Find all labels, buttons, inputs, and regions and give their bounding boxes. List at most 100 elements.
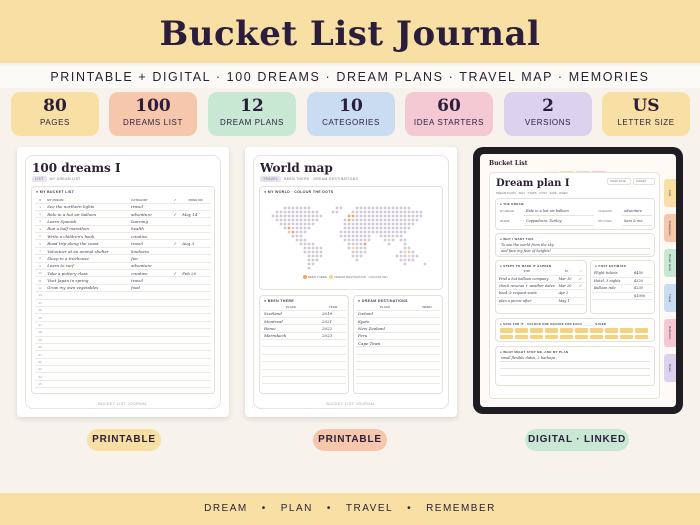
dream-cell[interactable]: Run a half marathon — [45, 225, 130, 234]
done-check[interactable] — [170, 350, 181, 359]
map-dot[interactable] — [359, 254, 363, 258]
saving-square[interactable] — [620, 328, 633, 333]
done-date-cell[interactable] — [180, 254, 211, 263]
saving-square[interactable] — [575, 328, 588, 333]
cost-item-cell[interactable]: Balloon ride — [592, 284, 632, 293]
done-check[interactable] — [170, 343, 181, 352]
when-cell[interactable] — [414, 369, 440, 378]
map-dot[interactable] — [423, 262, 427, 266]
map-dot[interactable] — [387, 238, 391, 242]
map-dot[interactable] — [363, 250, 367, 254]
done-check[interactable] — [170, 262, 181, 271]
when-cell[interactable] — [414, 310, 440, 318]
done-date-cell[interactable] — [180, 262, 211, 271]
map-dot[interactable] — [403, 226, 407, 230]
category-cell[interactable] — [129, 336, 171, 344]
map-dot[interactable] — [351, 250, 355, 254]
place-cell[interactable] — [262, 346, 320, 355]
year-cell[interactable] — [320, 339, 346, 348]
place-cell[interactable] — [356, 354, 414, 363]
map-dot[interactable] — [339, 230, 343, 234]
dream-cell[interactable]: Ride in a hot air balloon — [45, 210, 130, 219]
map-dot[interactable] — [347, 234, 351, 238]
cost-amount-cell[interactable]: $230 — [632, 284, 653, 293]
when-cell[interactable] — [414, 339, 440, 348]
map-dot[interactable] — [359, 218, 363, 222]
category-cell[interactable]: kindness — [129, 247, 171, 256]
dream-cell[interactable]: Volunteer at an animal shelter — [45, 247, 130, 256]
map-dot[interactable] — [399, 222, 403, 226]
step-step-cell[interactable]: check reviews + weather dates — [497, 282, 557, 291]
map-dot[interactable] — [295, 210, 299, 214]
map-dot[interactable] — [371, 226, 375, 230]
map-dot[interactable] — [287, 230, 291, 234]
map-dot[interactable] — [355, 234, 359, 238]
map-dot[interactable] — [295, 222, 299, 226]
dream-cell[interactable] — [45, 365, 130, 374]
cost-amount-cell[interactable]: $320 — [632, 277, 653, 286]
map-dot[interactable] — [367, 218, 371, 222]
done-date-cell[interactable] — [180, 336, 211, 344]
map-dot[interactable] — [307, 254, 311, 258]
field-value[interactable]: Sam & me — [624, 219, 643, 223]
category-cell[interactable]: creative — [129, 269, 171, 278]
map-dot[interactable] — [347, 218, 351, 222]
map-dot[interactable] — [279, 218, 283, 222]
map-dot[interactable] — [403, 230, 407, 234]
dream-cell[interactable] — [45, 313, 130, 322]
map-dot[interactable] — [291, 214, 295, 218]
map-dot[interactable] — [351, 222, 355, 226]
done-date-cell[interactable]: Aug 3 — [180, 239, 211, 248]
place-cell[interactable] — [262, 354, 320, 363]
year-cell[interactable] — [320, 346, 346, 355]
map-dot[interactable] — [387, 218, 391, 222]
place-cell[interactable]: New Zealand — [356, 324, 414, 333]
done-date-cell[interactable] — [180, 225, 211, 234]
done-date-cell[interactable]: May 14 — [180, 210, 211, 219]
done-check[interactable] — [170, 247, 181, 256]
map-dot[interactable] — [407, 218, 411, 222]
map-dot[interactable] — [363, 218, 367, 222]
year-cell[interactable]: 2022 — [320, 324, 346, 333]
dream-cell[interactable] — [45, 291, 130, 300]
map-dot[interactable] — [355, 242, 359, 246]
map-dot[interactable] — [307, 206, 311, 210]
map-dot[interactable] — [395, 214, 399, 218]
field-value[interactable]: Cappadocia, Turkey — [526, 219, 562, 223]
map-dot[interactable] — [395, 254, 399, 258]
map-dot[interactable] — [347, 242, 351, 246]
map-dot[interactable] — [403, 242, 407, 246]
map-dot[interactable] — [363, 234, 367, 238]
map-dot[interactable] — [403, 250, 407, 254]
map-dot[interactable] — [359, 214, 363, 218]
map-dot[interactable] — [391, 218, 395, 222]
done-check[interactable] — [170, 372, 181, 381]
map-dot[interactable] — [343, 234, 347, 238]
saving-square[interactable] — [620, 334, 633, 339]
map-dot[interactable] — [359, 242, 363, 246]
map-dot[interactable] — [387, 234, 391, 238]
when-cell[interactable] — [414, 317, 440, 326]
map-dot[interactable] — [291, 222, 295, 226]
place-cell[interactable]: Montreal — [262, 317, 320, 326]
saving-square[interactable] — [500, 328, 513, 333]
map-dot[interactable] — [415, 210, 419, 214]
map-dot[interactable] — [315, 258, 319, 262]
map-dot[interactable] — [295, 226, 299, 230]
map-dot[interactable] — [279, 222, 283, 226]
map-dot[interactable] — [407, 250, 411, 254]
map-dot[interactable] — [407, 246, 411, 250]
when-cell[interactable] — [414, 324, 440, 333]
place-cell[interactable]: Scotland — [262, 310, 320, 318]
map-dot[interactable] — [291, 206, 295, 210]
map-dot[interactable] — [391, 222, 395, 226]
map-dot[interactable] — [387, 226, 391, 230]
saving-square[interactable] — [605, 334, 618, 339]
saving-square[interactable] — [515, 334, 528, 339]
map-dot[interactable] — [275, 210, 279, 214]
side-tab-notes[interactable]: Notes — [664, 354, 676, 382]
dream-cell[interactable]: Road trip along the coast — [45, 239, 130, 248]
map-dot[interactable] — [307, 218, 311, 222]
place-cell[interactable]: Peru — [356, 332, 414, 341]
map-dot[interactable] — [307, 250, 311, 254]
